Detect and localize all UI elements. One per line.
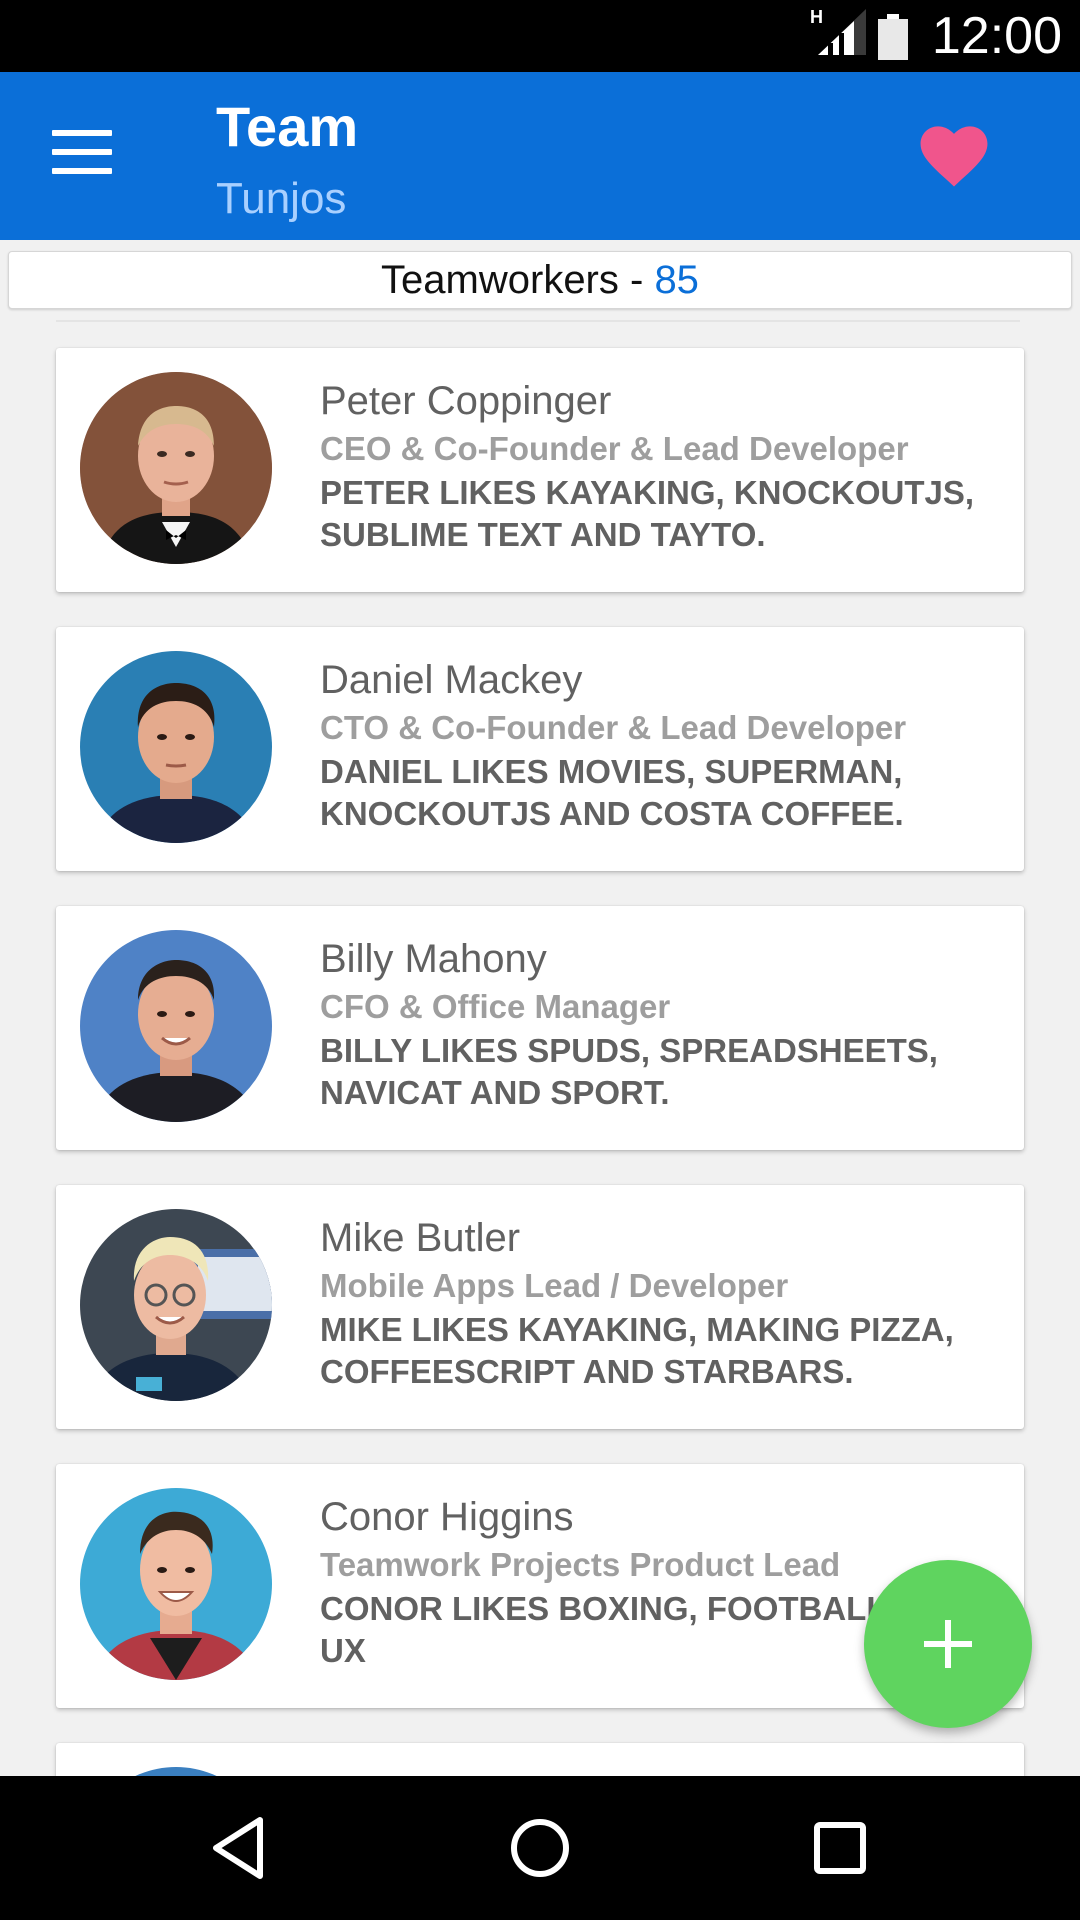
add-member-button[interactable] <box>864 1560 1032 1728</box>
member-role: Mobile Apps Lead / Developer <box>320 1267 789 1304</box>
avatar <box>80 930 272 1122</box>
back-icon <box>213 1817 263 1879</box>
member-info: Daniel Mackey CTO & Co-Founder & Lead De… <box>320 655 1000 835</box>
plus-icon <box>924 1620 972 1668</box>
member-info: Mike Butler Mobile Apps Lead / Developer… <box>320 1213 1000 1393</box>
divider <box>56 320 1020 322</box>
recents-button[interactable] <box>800 1808 880 1888</box>
avatar <box>80 1488 272 1680</box>
member-card[interactable]: Daniel Mackey CTO & Co-Founder & Lead De… <box>56 627 1024 871</box>
member-info: Billy Mahony CFO & Office Manager BILLY … <box>320 934 1000 1114</box>
home-icon <box>511 1819 569 1877</box>
member-role: CFO & Office Manager <box>320 988 671 1025</box>
avatar <box>80 1209 272 1401</box>
member-name: Billy Mahony <box>320 937 547 981</box>
member-likes: MIKE LIKES KAYAKING, MAKING PIZZA, COFFE… <box>320 1311 954 1390</box>
team-count-header: Teamworkers - 85 <box>8 251 1072 309</box>
member-role: CEO & Co-Founder & Lead Developer <box>320 430 909 467</box>
member-card[interactable]: Billy Mahony CFO & Office Manager BILLY … <box>56 906 1024 1150</box>
member-card[interactable]: Mike Butler Mobile Apps Lead / Developer… <box>56 1185 1024 1429</box>
member-name: Peter Coppinger <box>320 379 612 423</box>
member-info: Peter Coppinger CEO & Co-Founder & Lead … <box>320 376 1000 556</box>
team-list[interactable]: Teamworkers - 85 Peter Coppinger CEO & C… <box>0 0 1080 1776</box>
member-card[interactable] <box>56 1743 1024 1776</box>
member-name: Conor Higgins <box>320 1495 574 1539</box>
system-nav-bar <box>0 1776 1080 1920</box>
member-card[interactable]: Peter Coppinger CEO & Co-Founder & Lead … <box>56 348 1024 592</box>
team-count-value: 85 <box>654 258 699 302</box>
home-button[interactable] <box>500 1808 580 1888</box>
member-name: Daniel Mackey <box>320 658 583 702</box>
recents-icon <box>814 1822 866 1874</box>
avatar <box>80 372 272 564</box>
member-role: CTO & Co-Founder & Lead Developer <box>320 709 907 746</box>
avatar <box>80 1767 272 1776</box>
team-count-label: Teamworkers - <box>381 258 655 302</box>
member-likes: DANIEL LIKES MOVIES, SUPERMAN, KNOCKOUTJ… <box>320 753 904 832</box>
avatar <box>80 651 272 843</box>
member-name: Mike Butler <box>320 1216 521 1260</box>
member-likes: BILLY LIKES SPUDS, SPREADSHEETS, NAVICAT… <box>320 1032 938 1111</box>
back-button[interactable] <box>200 1808 280 1888</box>
member-likes: PETER LIKES KAYAKING, KNOCKOUTJS, SUBLIM… <box>320 474 975 553</box>
